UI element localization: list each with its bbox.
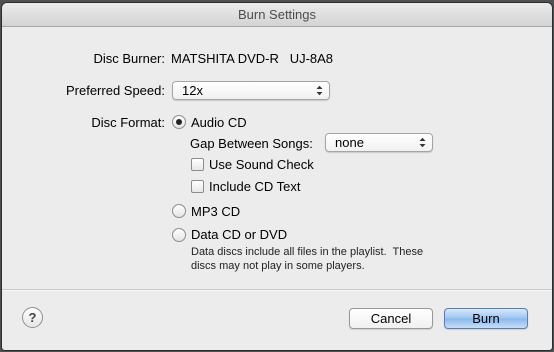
use-sound-check-checkbox[interactable] [191, 158, 204, 171]
gap-between-songs-label: Gap Between Songs: [190, 136, 313, 151]
window-title: Burn Settings [2, 3, 552, 27]
audio-cd-label[interactable]: Audio CD [191, 115, 247, 130]
include-cd-text-checkbox[interactable] [191, 180, 204, 193]
dialog-content: Disc Burner: MATSHITA DVD-R UJ-8A8 Prefe… [2, 27, 552, 350]
data-cd-radio[interactable] [172, 228, 186, 242]
burn-settings-dialog: Burn Settings Disc Burner: MATSHITA DVD-… [2, 3, 552, 350]
preferred-speed-popup[interactable]: 12x [172, 81, 330, 100]
preferred-speed-value: 12x [182, 83, 203, 98]
gap-between-songs-value: none [335, 135, 364, 150]
disc-burner-label: Disc Burner: [93, 51, 165, 66]
disc-burner-value: MATSHITA DVD-R UJ-8A8 [171, 51, 334, 66]
gap-between-songs-popup[interactable]: none [325, 133, 433, 152]
popup-arrows-icon [316, 85, 323, 96]
audio-cd-radio[interactable] [172, 115, 186, 129]
mp3-cd-label[interactable]: MP3 CD [191, 204, 240, 219]
include-cd-text-label[interactable]: Include CD Text [209, 179, 301, 194]
data-cd-label[interactable]: Data CD or DVD [191, 227, 287, 242]
footer-divider [2, 289, 552, 291]
preferred-speed-label: Preferred Speed: [65, 83, 165, 98]
cancel-button[interactable]: Cancel [349, 308, 433, 329]
data-cd-note-line2: discs may not play in some players. [191, 260, 365, 272]
data-cd-note-line1: Data discs include all files in the play… [191, 246, 424, 258]
help-button[interactable]: ? [22, 307, 43, 328]
popup-arrows-icon [419, 137, 426, 148]
use-sound-check-label[interactable]: Use Sound Check [209, 157, 314, 172]
burn-button[interactable]: Burn [444, 308, 528, 329]
mp3-cd-radio[interactable] [172, 204, 186, 218]
disc-format-label: Disc Format: [91, 115, 165, 130]
